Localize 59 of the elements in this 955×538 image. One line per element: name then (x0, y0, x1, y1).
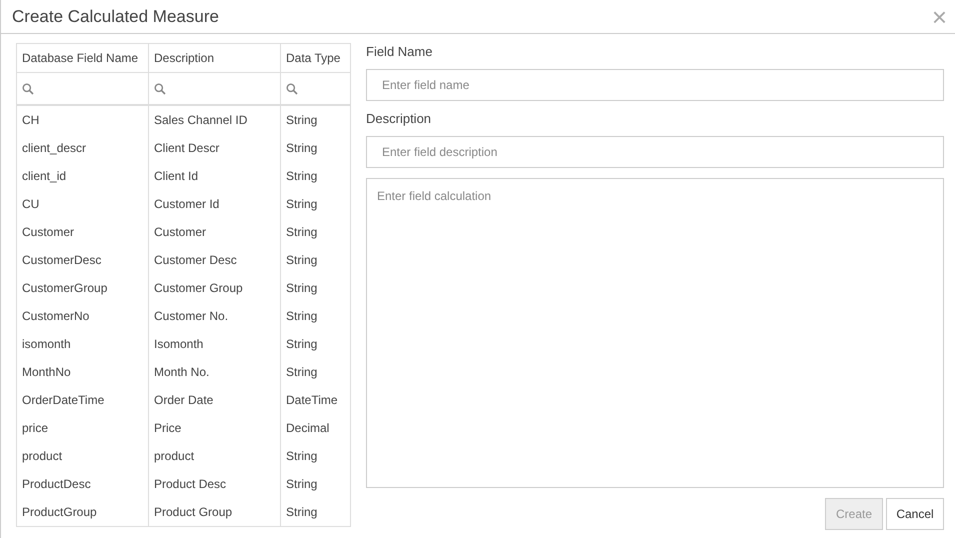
table-cell: DateTime (280, 386, 350, 414)
table-cell: Product Desc (148, 470, 280, 498)
column-header: Database Field Name (16, 44, 148, 72)
input-field[interactable]: Enter field description (366, 136, 944, 168)
table-cell: Customer Id (148, 190, 280, 218)
calculation-field[interactable]: Enter field calculation (366, 178, 944, 488)
cancel-button[interactable]: Cancel (886, 498, 944, 530)
table-cell: price (16, 414, 148, 442)
table-cell: String (280, 358, 350, 386)
table-cell: Order Date (148, 386, 280, 414)
table-cell: Customer (16, 218, 148, 246)
search-icon[interactable] (22, 82, 34, 94)
table-cell: String (280, 218, 350, 246)
search-icon[interactable] (286, 82, 298, 94)
table-cell: String (280, 302, 350, 330)
table-cell: Decimal (280, 414, 350, 442)
table-cell: CU (16, 190, 148, 218)
table-cell: Isomonth (148, 330, 280, 358)
table-cell: CH (16, 105, 148, 134)
table-cell: isomonth (16, 330, 148, 358)
close-button[interactable]: × (928, 4, 951, 30)
table-cell: ProductDesc (16, 470, 148, 498)
table-cell: String (280, 498, 350, 526)
table-cell: String (280, 470, 350, 498)
input-field[interactable]: Enter field name (366, 69, 944, 101)
column-header: Description (148, 44, 280, 72)
window-title: Create Calculated Measure (12, 6, 219, 26)
table-cell: Customer Group (148, 274, 280, 302)
table-cell: Sales Channel ID (148, 105, 280, 134)
table-cell: Product Group (148, 498, 280, 526)
column-header: Data Type (280, 44, 350, 72)
search-icon[interactable] (154, 82, 166, 94)
table-cell: CustomerNo (16, 302, 148, 330)
table-cell: Customer No. (148, 302, 280, 330)
table-cell: String (280, 134, 350, 162)
field-label: Field Name (366, 44, 434, 61)
table-cell: Customer Desc (148, 246, 280, 274)
table-cell: String (280, 274, 350, 302)
table-cell: String (280, 442, 350, 470)
table-cell: String (280, 162, 350, 190)
table-cell: MonthNo (16, 358, 148, 386)
table-cell: Price (148, 414, 280, 442)
table-cell: OrderDateTime (16, 386, 148, 414)
table-cell: String (280, 105, 350, 134)
table-cell: client_id (16, 162, 148, 190)
table-cell: client_descr (16, 134, 148, 162)
table-cell: String (280, 190, 350, 218)
table-cell: product (16, 442, 148, 470)
table-cell: String (280, 246, 350, 274)
table-cell: CustomerGroup (16, 274, 148, 302)
table-cell: String (280, 330, 350, 358)
table-cell: Client Descr (148, 134, 280, 162)
table-cell: ProductGroup (16, 498, 148, 526)
table-cell: Customer (148, 218, 280, 246)
table-cell: Client Id (148, 162, 280, 190)
field-label: Description (366, 111, 432, 128)
table-cell: Month No. (148, 358, 280, 386)
table-cell: CustomerDesc (16, 246, 148, 274)
table-cell: product (148, 442, 280, 470)
